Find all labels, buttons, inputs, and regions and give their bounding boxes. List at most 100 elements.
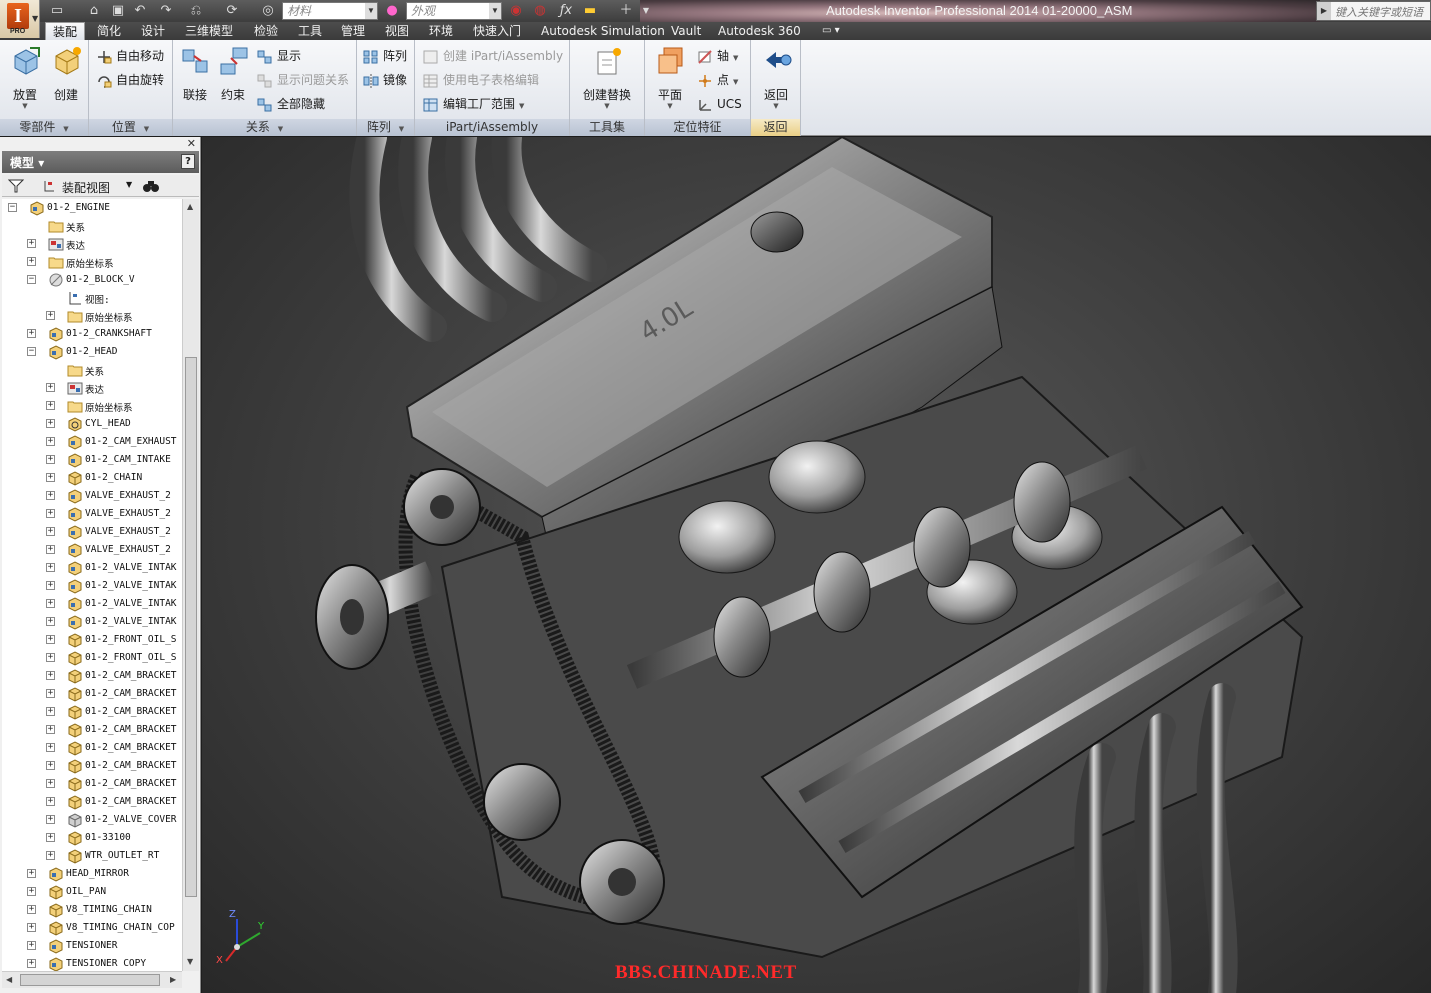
tree-node[interactable]: +01-2_CAM_BRACKET [2, 703, 182, 721]
tree-node[interactable]: 关系 [2, 361, 182, 379]
expand-icon[interactable]: + [46, 653, 55, 662]
tree-node[interactable]: +01-2_CAM_BRACKET [2, 775, 182, 793]
tree-node[interactable]: + VALVE_EXHAUST_2 [2, 541, 182, 559]
tree-node[interactable]: + 原始坐标系 [2, 307, 182, 325]
expand-icon[interactable]: + [46, 635, 55, 644]
point-button[interactable]: 点 ▼ [697, 70, 738, 90]
close-icon[interactable]: ✕ [187, 137, 196, 150]
return-icon[interactable]: ⎌ [186, 2, 206, 20]
expand-icon[interactable]: + [46, 527, 55, 536]
chevron-right-icon[interactable]: ▶ [1317, 2, 1331, 20]
tree-node[interactable]: + VALVE_EXHAUST_2 [2, 487, 182, 505]
free-rotate-button[interactable]: 自由旋转 [96, 70, 164, 90]
help-search-input[interactable]: 键入关键字或短语 [1335, 4, 1423, 20]
clear-override-icon[interactable]: ◍ [530, 2, 550, 20]
expand-icon[interactable]: + [46, 743, 55, 752]
tab-tools[interactable]: 工具 [298, 22, 322, 40]
undo-icon[interactable]: ↶ [130, 2, 150, 20]
ucs-icon[interactable]: ＋ [616, 2, 636, 20]
expand-icon[interactable]: + [46, 563, 55, 572]
expand-icon[interactable]: + [27, 941, 36, 950]
tab-simplify[interactable]: 简化 [97, 22, 121, 40]
tree-node[interactable]: +01-2_CAM_INTAKE [2, 451, 182, 469]
expand-icon[interactable]: + [46, 761, 55, 770]
tree-node[interactable]: + 表达 [2, 379, 182, 397]
expand-icon[interactable]: + [46, 797, 55, 806]
collapse-icon[interactable]: − [27, 275, 36, 284]
expand-icon[interactable]: + [46, 851, 55, 860]
tree-node[interactable]: +01-2_CAM_BRACKET [2, 667, 182, 685]
panel-pattern-title[interactable]: 阵列 ▼ [357, 119, 414, 136]
expand-icon[interactable]: + [27, 959, 36, 968]
return-button[interactable]: 返回 ▼ [757, 44, 795, 114]
graphics-window[interactable]: 4.0L Z Y X [202, 137, 1431, 993]
help-search[interactable]: ▶ 键入关键字或短语 [1316, 1, 1431, 21]
expand-icon[interactable]: + [27, 257, 36, 266]
free-move-button[interactable]: 自由移动 [96, 46, 164, 66]
tab-assemble[interactable]: 装配 [45, 22, 85, 40]
filter-icon[interactable] [8, 179, 24, 193]
tab-get-started[interactable]: 快速入门 [473, 22, 521, 40]
save-icon[interactable]: ▣ [108, 2, 128, 20]
application-menu-button[interactable]: I PRO ▼ [0, 0, 40, 38]
tree-node[interactable]: +01-2_VALVE_INTAK [2, 577, 182, 595]
tree-node[interactable]: + TENSIONER [2, 937, 182, 955]
tab-3d-model[interactable]: 三维模型 [185, 22, 233, 40]
collapse-icon[interactable]: − [27, 347, 36, 356]
tab-inspect[interactable]: 检验 [254, 22, 278, 40]
tree-node[interactable]: 关系 [2, 217, 182, 235]
expand-icon[interactable]: + [46, 401, 55, 410]
pattern-button[interactable]: 阵列 [363, 46, 407, 66]
view-mode-label[interactable]: 装配视图 [62, 179, 110, 196]
tree-node[interactable]: +01-2_FRONT_OIL_S [2, 631, 182, 649]
tree-node[interactable]: − 01-2_HEAD [2, 343, 182, 361]
tree-node[interactable]: +01-2_VALVE_INTAK [2, 595, 182, 613]
show-button[interactable]: 显示 [257, 46, 301, 66]
tree-node[interactable]: +01-2_CAM_BRACKET [2, 685, 182, 703]
tree-node[interactable]: + V8_TIMING_CHAIN_COP [2, 919, 182, 937]
tab-design[interactable]: 设计 [141, 22, 165, 40]
tree-node[interactable]: +01-2_CHAIN [2, 469, 182, 487]
expand-icon[interactable]: + [46, 779, 55, 788]
expand-icon[interactable]: + [46, 437, 55, 446]
tree-node[interactable]: 视图: [2, 289, 182, 307]
create-substitute-button[interactable]: 创建替换 ▼ [583, 44, 631, 114]
tree-node[interactable]: − 01-2_ENGINE [2, 199, 182, 217]
select-filter-icon[interactable]: ◎ [258, 2, 278, 20]
redo-icon[interactable]: ↷ [156, 2, 176, 20]
expand-icon[interactable]: + [46, 689, 55, 698]
material-combo[interactable]: 材料 ▼ [282, 2, 378, 20]
expand-icon[interactable]: + [46, 815, 55, 824]
tab-vault[interactable]: Vault [671, 22, 701, 40]
hide-all-button[interactable]: 全部隐藏 [257, 94, 325, 114]
edit-spreadsheet-button[interactable]: 使用电子表格编辑 [423, 70, 539, 90]
panel-component-title[interactable]: 零部件 ▼ [0, 119, 88, 136]
mirror-button[interactable]: 镜像 [363, 70, 407, 90]
create-ipart-button[interactable]: 创建 iPart/iAssembly [423, 46, 563, 66]
tree-node[interactable]: + OIL_PAN [2, 883, 182, 901]
expand-icon[interactable]: + [46, 671, 55, 680]
tree-horizontal-scrollbar[interactable]: ◀ ▶ [2, 971, 182, 988]
scroll-thumb[interactable] [20, 974, 160, 986]
scroll-up-icon[interactable]: ▲ [187, 202, 193, 211]
tree-node[interactable]: + 表达 [2, 235, 182, 253]
expand-icon[interactable]: + [27, 887, 36, 896]
tree-node[interactable]: + 原始坐标系 [2, 397, 182, 415]
collapse-icon[interactable]: − [8, 203, 17, 212]
joint-button[interactable]: 联接 [176, 44, 214, 114]
tree-node[interactable]: − 01-2_BLOCK_V [2, 271, 182, 289]
tree-node[interactable]: +01-2_VALVE_INTAK [2, 559, 182, 577]
parameters-icon[interactable]: ƒx [556, 2, 576, 20]
view-triad[interactable]: Z Y X [216, 909, 265, 966]
tab-view[interactable]: 视图 [385, 22, 409, 40]
expand-icon[interactable]: + [27, 869, 36, 878]
scroll-right-icon[interactable]: ▶ [170, 975, 176, 984]
expand-icon[interactable]: + [27, 905, 36, 914]
tab-autodesk-simulation[interactable]: Autodesk Simulation [541, 22, 665, 40]
expand-icon[interactable]: + [46, 509, 55, 518]
expand-icon[interactable]: + [27, 329, 36, 338]
expand-icon[interactable]: + [46, 455, 55, 464]
expand-icon[interactable]: + [46, 545, 55, 554]
expand-icon[interactable]: + [46, 491, 55, 500]
measure-icon[interactable]: ▬ [580, 2, 600, 20]
